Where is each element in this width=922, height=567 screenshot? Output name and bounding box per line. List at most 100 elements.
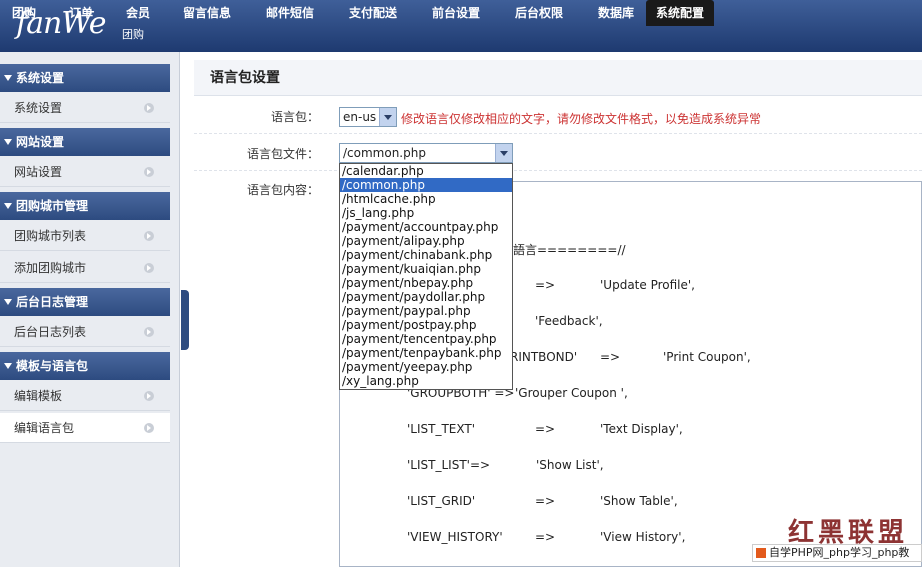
dropdown-option[interactable]: /payment/tencentpay.php (340, 332, 512, 346)
sidebar-section-title: 网站设置 (16, 135, 65, 149)
dropdown-option[interactable]: /payment/yeepay.php (340, 360, 512, 374)
sidebar-item-label: 编辑语言包 (14, 421, 75, 435)
watermark-text: 自学PHP网_php学习_php教 (769, 546, 910, 559)
sidebar-item[interactable]: 系统设置 (0, 93, 170, 123)
code-line: => (535, 278, 556, 292)
page-title: 语言包设置 (194, 60, 922, 96)
sidebar-section-header[interactable]: 网站设置 (0, 128, 170, 156)
main-panel: 语言包设置 语言包： en-us 修改语言仅修改相应的文字，请勿修改文件格式，以… (194, 60, 922, 567)
top-nav-bar: fanWe 团购 团购 订单 会员 留言信息 邮件短信 支付配送 前台设置 后台权限 数据库 系统… (0, 0, 922, 52)
code-line: 'VIEW_HISTORY' (407, 530, 503, 544)
sidebar-item-label: 添加团购城市 (14, 261, 87, 275)
code-line: 'Show Table', (600, 494, 678, 508)
sidebar-section-header[interactable]: 后台日志管理 (0, 288, 170, 316)
file-label: 语言包文件： (246, 147, 319, 161)
code-line: 'Feedback', (535, 314, 603, 328)
nav-item[interactable]: 团购 (12, 0, 36, 26)
code-line: => (535, 422, 556, 436)
code-line: => (535, 530, 556, 544)
sidebar: 系统设置 系统设置 网站设置 网站设置 团购城市管理 团购城市列表 添加团购城市 后台日志管理… (0, 52, 180, 567)
dropdown-option[interactable]: /js_lang.php (340, 206, 512, 220)
nav-item[interactable]: 数据库 (598, 0, 634, 26)
dropdown-option[interactable]: /payment/kuaiqian.php (340, 262, 512, 276)
code-line: 'Grouper Coupon ', (515, 386, 628, 400)
dropdown-option[interactable]: /common.php (340, 178, 512, 192)
nav-item[interactable]: 会员 (126, 0, 150, 26)
sidebar-section-title: 团购城市管理 (16, 199, 89, 213)
dropdown-option[interactable]: /payment/nbepay.php (340, 276, 512, 290)
code-line: RINTBOND' (510, 350, 578, 364)
dropdown-option[interactable]: /payment/tenpaybank.php (340, 346, 512, 360)
lang-select[interactable]: en-us (339, 107, 397, 127)
site-icon (756, 548, 766, 558)
code-line: 'LIST_GRID' (407, 494, 476, 508)
sidebar-section-title: 系统设置 (16, 71, 65, 85)
code-line: 'LIST_TEXT' (407, 422, 476, 436)
divider (194, 170, 922, 171)
sidebar-item-label: 网站设置 (14, 165, 63, 179)
dropdown-option[interactable]: /payment/paydollar.php (340, 290, 512, 304)
nav-item[interactable]: 支付配送 (349, 0, 397, 26)
code-line: 'Text Display', (600, 422, 683, 436)
sidebar-item[interactable]: 后台日志列表 (0, 317, 170, 347)
code-line: 'Print Coupon', (663, 350, 751, 364)
file-select-value: /common.php (343, 146, 426, 160)
dropdown-option[interactable]: /payment/paypal.php (340, 304, 512, 318)
arrow-right-icon (144, 263, 154, 273)
sidebar-item[interactable]: 网站设置 (0, 157, 170, 187)
sidebar-item[interactable]: 添加团购城市 (0, 253, 170, 283)
sidebar-item[interactable]: 团购城市列表 (0, 221, 170, 251)
dropdown-option[interactable]: /payment/alipay.php (340, 234, 512, 248)
dropdown-option[interactable]: /payment/chinabank.php (340, 248, 512, 262)
file-select-dropdown: /calendar.php/common.php/htmlcache.php/j… (339, 163, 513, 390)
content-label: 语言包内容： (246, 183, 319, 197)
code-line: => (600, 350, 621, 364)
caret-down-icon (4, 139, 12, 145)
arrow-right-icon (144, 423, 154, 433)
caret-down-icon (4, 299, 12, 305)
chevron-down-icon[interactable] (379, 108, 396, 126)
sidebar-section-title: 模板与语言包 (16, 359, 89, 373)
sidebar-item[interactable]: 编辑语言包 (0, 413, 170, 443)
warning-text: 修改语言仅修改相应的文字，请勿修改文件格式，以免造成系统异常 (401, 112, 762, 126)
arrow-right-icon (144, 327, 154, 337)
nav-item[interactable]: 订单 (69, 0, 93, 26)
code-line: 'LIST_LIST'=> (407, 458, 491, 472)
lang-label: 语言包： (270, 110, 319, 124)
arrow-right-icon (144, 167, 154, 177)
nav-item[interactable]: 后台权限 (515, 0, 563, 26)
nav-item[interactable]: 系统配置 (646, 0, 715, 26)
arrow-right-icon (144, 391, 154, 401)
dropdown-option[interactable]: /payment/postpay.php (340, 318, 512, 332)
caret-down-icon (4, 203, 12, 209)
sidebar-collapse-handle[interactable] (181, 290, 189, 350)
dropdown-option[interactable]: /payment/accountpay.php (340, 220, 512, 234)
nav-item[interactable]: 邮件短信 (266, 0, 314, 26)
dropdown-option[interactable]: /htmlcache.php (340, 192, 512, 206)
caret-down-icon (4, 75, 12, 81)
code-line: 語言========// (513, 243, 626, 257)
caret-down-icon (4, 363, 12, 369)
sidebar-item-label: 系统设置 (14, 101, 63, 115)
sidebar-item-label: 团购城市列表 (14, 229, 87, 243)
nav-item[interactable]: 留言信息 (183, 0, 231, 26)
code-line: 'Show List', (536, 458, 604, 472)
chevron-down-icon[interactable] (495, 144, 512, 162)
code-line: 'View History', (600, 530, 686, 544)
sidebar-section-title: 后台日志管理 (16, 295, 89, 309)
sidebar-section-header[interactable]: 模板与语言包 (0, 352, 170, 380)
dropdown-option[interactable]: /calendar.php (340, 164, 512, 178)
watermark-bar: 自学PHP网_php学习_php教 (752, 544, 922, 562)
nav-item[interactable]: 前台设置 (432, 0, 480, 26)
divider (194, 133, 922, 134)
dropdown-option[interactable]: /xy_lang.php (340, 374, 512, 388)
sidebar-section-header[interactable]: 团购城市管理 (0, 192, 170, 220)
lang-select-value: en-us (343, 110, 377, 124)
sidebar-section-header[interactable]: 系统设置 (0, 64, 170, 92)
file-select[interactable]: /common.php (339, 143, 513, 163)
code-line: 'Update Profile', (600, 278, 695, 292)
arrow-right-icon (144, 103, 154, 113)
sidebar-item[interactable]: 编辑模板 (0, 381, 170, 411)
sidebar-item-label: 后台日志列表 (14, 325, 87, 339)
sidebar-item-label: 编辑模板 (14, 389, 63, 403)
